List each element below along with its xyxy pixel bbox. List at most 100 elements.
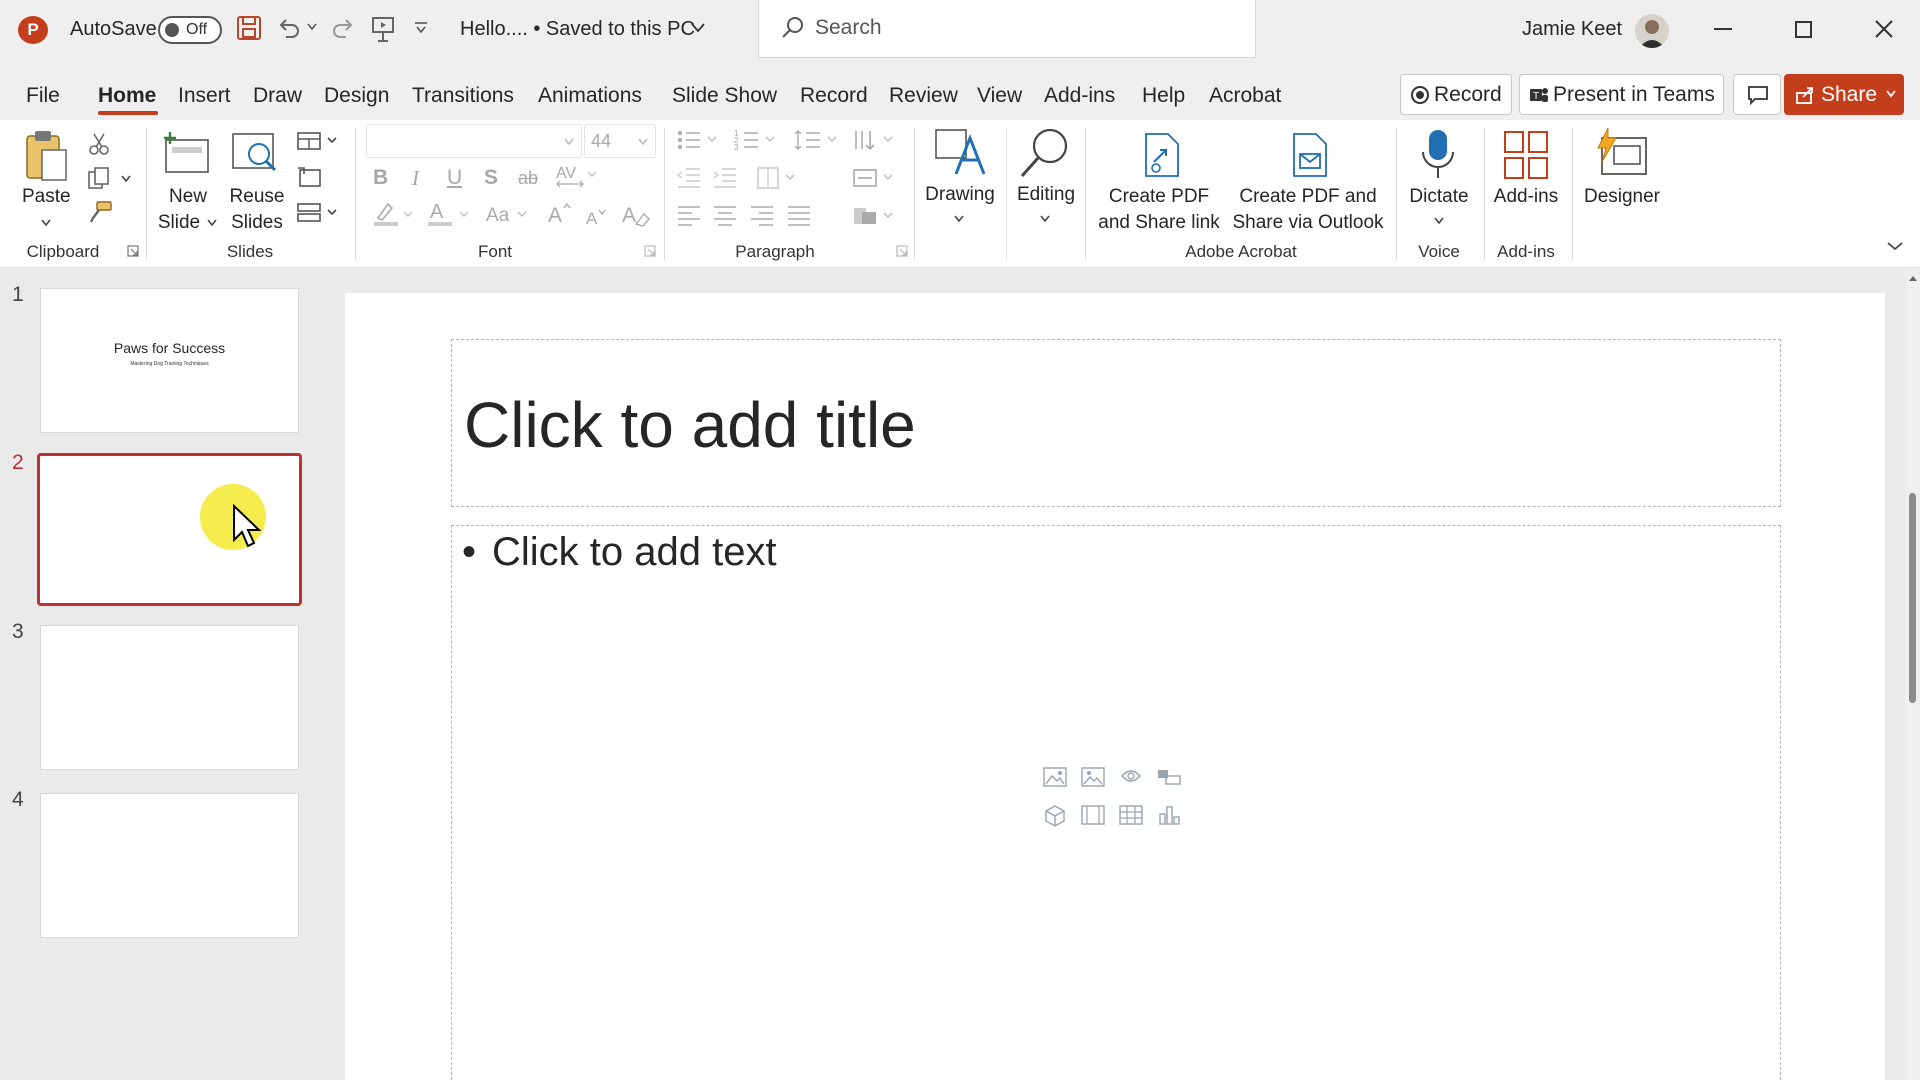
justify-icon[interactable] — [786, 204, 812, 226]
line-spacing-icon[interactable] — [794, 128, 840, 152]
chevron-down-icon[interactable] — [1433, 216, 1445, 226]
columns-icon[interactable] — [756, 166, 802, 190]
tab-insert[interactable]: Insert — [178, 84, 231, 108]
tab-design[interactable]: Design — [324, 84, 389, 108]
editing-icon[interactable] — [1018, 126, 1072, 178]
search-box[interactable]: Search — [758, 0, 1256, 58]
scroll-up-icon[interactable] — [1908, 274, 1918, 282]
create-pdf-share-link-label-1[interactable]: Create PDF — [1094, 184, 1224, 210]
insert-icons-icon[interactable] — [1118, 766, 1144, 788]
copy-icon[interactable] — [87, 166, 111, 190]
tab-animations[interactable]: Animations — [538, 84, 642, 108]
text-direction-icon[interactable] — [852, 128, 898, 152]
decrease-indent-icon[interactable] — [676, 166, 702, 188]
increase-indent-icon[interactable] — [712, 166, 738, 188]
reset-icon[interactable] — [296, 166, 322, 188]
reuse-slides-label-1[interactable]: Reuse — [226, 184, 288, 210]
undo-dropdown-icon[interactable] — [306, 22, 318, 32]
create-pdf-outlook-label-2[interactable]: Share via Outlook — [1226, 210, 1390, 236]
tab-add-ins[interactable]: Add-ins — [1044, 84, 1115, 108]
font-size-select[interactable]: 44 — [584, 124, 656, 158]
collapse-ribbon-icon[interactable] — [1886, 240, 1904, 252]
tab-transitions[interactable]: Transitions — [412, 84, 514, 108]
chevron-down-icon[interactable] — [40, 218, 52, 228]
undo-icon[interactable] — [276, 15, 302, 41]
clear-formatting-icon[interactable]: A — [622, 202, 650, 228]
cut-icon[interactable] — [88, 132, 110, 156]
microphone-icon[interactable] — [1420, 128, 1456, 180]
highlight-color-icon[interactable] — [372, 200, 416, 228]
increase-font-size-icon[interactable]: A — [548, 202, 574, 226]
create-pdf-outlook-label-1[interactable]: Create PDF and — [1230, 184, 1386, 210]
insert-picture-icon[interactable] — [1080, 766, 1106, 788]
insert-stock-images-icon[interactable] — [1042, 766, 1068, 788]
new-slide-icon[interactable] — [162, 130, 212, 176]
align-left-icon[interactable] — [676, 204, 702, 226]
tab-help[interactable]: Help — [1142, 84, 1185, 108]
create-pdf-outlook-icon[interactable] — [1290, 132, 1330, 178]
character-spacing-icon[interactable]: AV — [556, 164, 600, 190]
tab-draw[interactable]: Draw — [253, 84, 302, 108]
insert-chart-icon[interactable] — [1156, 804, 1182, 826]
align-text-icon[interactable] — [852, 166, 898, 190]
editing-label[interactable]: Editing — [1008, 182, 1084, 208]
designer-icon[interactable] — [1594, 126, 1650, 178]
layout-icon[interactable] — [296, 130, 342, 152]
insert-table-icon[interactable] — [1118, 804, 1144, 826]
comments-button[interactable] — [1733, 74, 1781, 115]
title-placeholder[interactable]: Click to add title — [451, 339, 1781, 507]
tab-slide-show[interactable]: Slide Show — [672, 84, 777, 108]
record-button[interactable]: Record — [1400, 74, 1512, 115]
maximize-icon[interactable] — [1795, 21, 1812, 38]
underline-icon[interactable]: U — [447, 166, 462, 190]
reuse-slides-icon[interactable] — [231, 130, 281, 176]
tab-file[interactable]: File — [26, 84, 60, 108]
add-ins-icon[interactable] — [1503, 128, 1549, 180]
new-slide-label-2[interactable]: Slide — [154, 210, 204, 236]
dialog-launcher-icon[interactable] — [896, 245, 908, 257]
add-ins-label[interactable]: Add-ins — [1486, 184, 1566, 210]
content-placeholder[interactable]: • Click to add text — [451, 525, 1781, 1080]
shadow-icon[interactable]: S — [484, 166, 498, 190]
chevron-down-icon[interactable] — [953, 214, 965, 224]
bold-icon[interactable]: B — [373, 166, 388, 190]
document-title[interactable]: Hello.... • Saved to this PC — [460, 18, 695, 41]
slide-thumbnail-1[interactable]: Paws for Success Mastering Dog Training … — [40, 288, 299, 433]
drawing-icon[interactable] — [932, 126, 986, 178]
bullets-icon[interactable] — [676, 128, 722, 152]
chevron-down-icon[interactable] — [1039, 214, 1051, 224]
new-slide-label-1[interactable]: New — [156, 184, 220, 210]
align-right-icon[interactable] — [749, 204, 775, 226]
designer-label[interactable]: Designer — [1574, 184, 1670, 210]
align-center-icon[interactable] — [712, 204, 738, 226]
save-icon[interactable] — [236, 15, 262, 41]
smartart-icon[interactable] — [852, 204, 898, 228]
font-name-select[interactable] — [366, 124, 582, 158]
share-button[interactable]: Share — [1784, 74, 1904, 115]
create-pdf-share-link-label-2[interactable]: and Share link — [1094, 210, 1224, 236]
format-painter-icon[interactable] — [87, 200, 113, 224]
paste-icon[interactable] — [24, 128, 70, 184]
strikethrough-icon[interactable]: ab — [518, 168, 538, 189]
autosave-toggle[interactable]: Off — [158, 16, 222, 44]
insert-smartart-icon[interactable] — [1156, 766, 1182, 788]
chevron-down-icon[interactable] — [120, 174, 132, 184]
chevron-down-icon[interactable] — [206, 218, 218, 228]
reuse-slides-label-2[interactable]: Slides — [226, 210, 288, 236]
avatar[interactable] — [1635, 14, 1669, 48]
user-name[interactable]: Jamie Keet — [1522, 18, 1622, 41]
tab-acrobat[interactable]: Acrobat — [1209, 84, 1281, 108]
create-pdf-share-link-icon[interactable] — [1142, 132, 1182, 178]
numbering-icon[interactable]: 123 — [734, 128, 780, 152]
present-in-teams-button[interactable]: T Present in Teams — [1519, 74, 1724, 115]
redo-icon[interactable] — [330, 15, 356, 41]
tab-home[interactable]: Home — [98, 84, 156, 108]
decrease-font-size-icon[interactable]: A — [586, 206, 610, 228]
section-icon[interactable] — [296, 202, 342, 224]
customize-toolbar-icon[interactable] — [414, 22, 428, 34]
slide-thumbnail-3[interactable] — [40, 625, 299, 770]
minimize-icon[interactable] — [1714, 28, 1732, 30]
scrollbar-thumb[interactable] — [1909, 493, 1916, 703]
dialog-launcher-icon[interactable] — [127, 245, 139, 257]
slide-thumbnail-2[interactable] — [37, 453, 302, 606]
